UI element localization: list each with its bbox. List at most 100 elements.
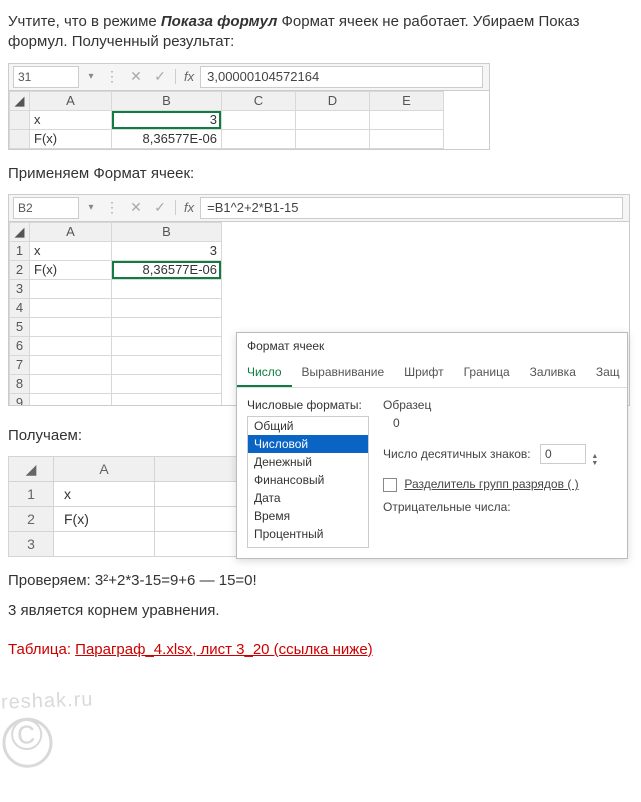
negative-numbers-label: Отрицательные числа: bbox=[383, 500, 617, 514]
tab-font[interactable]: Шрифт bbox=[394, 359, 453, 387]
col-header-B[interactable]: B bbox=[112, 91, 222, 110]
row-header[interactable]: 3 bbox=[10, 279, 30, 298]
cell[interactable] bbox=[30, 298, 112, 317]
cell[interactable]: 8,36577E-06 bbox=[112, 129, 222, 148]
select-all-corner[interactable]: ◢ bbox=[10, 222, 30, 241]
tab-alignment[interactable]: Выравнивание bbox=[292, 359, 395, 387]
footer-prefix: Таблица: bbox=[8, 641, 75, 658]
fmt-date[interactable]: Дата bbox=[248, 489, 368, 507]
cell[interactable] bbox=[112, 374, 222, 393]
cell[interactable] bbox=[112, 317, 222, 336]
cell[interactable] bbox=[296, 110, 370, 129]
cell[interactable]: x bbox=[54, 482, 155, 507]
cell[interactable] bbox=[370, 110, 444, 129]
name-box-dropdown-icon[interactable]: ▾ bbox=[85, 66, 97, 88]
cancel-icon[interactable]: ✕ bbox=[127, 68, 145, 85]
formula-bar[interactable]: 3,00000104572164 bbox=[200, 66, 483, 88]
row-header[interactable]: 4 bbox=[10, 298, 30, 317]
col-header-C[interactable]: C bbox=[222, 91, 296, 110]
cell-selected[interactable]: 3 bbox=[112, 110, 222, 129]
row-header[interactable]: 1 bbox=[10, 241, 30, 260]
tab-fill[interactable]: Заливка bbox=[520, 359, 586, 387]
tab-border[interactable]: Граница bbox=[454, 359, 520, 387]
fmt-percent[interactable]: Процентный bbox=[248, 525, 368, 543]
fmt-currency[interactable]: Денежный bbox=[248, 453, 368, 471]
row-header[interactable] bbox=[10, 129, 30, 148]
cell[interactable]: F(x) bbox=[54, 507, 155, 532]
fmt-fraction[interactable]: Дробный bbox=[248, 543, 368, 548]
row-header[interactable]: 8 bbox=[10, 374, 30, 393]
cancel-icon[interactable]: ✕ bbox=[127, 199, 145, 216]
cell[interactable] bbox=[30, 374, 112, 393]
cell[interactable]: F(x) bbox=[30, 260, 112, 279]
cell[interactable]: 3 bbox=[112, 241, 222, 260]
cell[interactable] bbox=[370, 129, 444, 148]
tab-protect[interactable]: Защ bbox=[586, 359, 630, 387]
cell[interactable] bbox=[112, 355, 222, 374]
footer-link[interactable]: Параграф_4.xlsx, лист 3_20 (ссылка ниже) bbox=[75, 641, 373, 658]
cell[interactable] bbox=[30, 336, 112, 355]
row-header[interactable]: 1 bbox=[9, 482, 54, 507]
row-header[interactable]: 6 bbox=[10, 336, 30, 355]
cell[interactable] bbox=[222, 110, 296, 129]
number-format-list[interactable]: Общий Числовой Денежный Финансовый Дата … bbox=[247, 416, 369, 548]
cell[interactable] bbox=[112, 393, 222, 406]
col-header-E[interactable]: E bbox=[370, 91, 444, 110]
cell[interactable] bbox=[30, 355, 112, 374]
intro-bold: Показа формул bbox=[161, 13, 277, 30]
cell[interactable] bbox=[112, 336, 222, 355]
cell[interactable] bbox=[222, 129, 296, 148]
row-header[interactable] bbox=[10, 110, 30, 129]
formula-bar[interactable]: =B1^2+2*B1-15 bbox=[200, 197, 623, 219]
fmt-accounting[interactable]: Финансовый bbox=[248, 471, 368, 489]
accept-icon[interactable]: ✓ bbox=[151, 199, 169, 216]
fmt-general[interactable]: Общий bbox=[248, 417, 368, 435]
cell[interactable]: F(x) bbox=[30, 129, 112, 148]
row-header[interactable]: 3 bbox=[9, 532, 54, 557]
fmt-time[interactable]: Время bbox=[248, 507, 368, 525]
sep-icon: ⋮ bbox=[103, 68, 121, 85]
thousands-sep-label: Разделитель групп разрядов ( ) bbox=[404, 477, 578, 491]
col-header-A[interactable]: A bbox=[30, 222, 112, 241]
cell-selected[interactable]: 8,36577E-06 bbox=[112, 260, 222, 279]
spinner-buttons-icon[interactable]: ▲▼ bbox=[591, 453, 598, 467]
row-header[interactable]: 5 bbox=[10, 317, 30, 336]
cell[interactable] bbox=[296, 129, 370, 148]
decimal-places-label: Число десятичных знаков: bbox=[383, 447, 531, 461]
row-header[interactable]: 2 bbox=[10, 260, 30, 279]
cell[interactable] bbox=[30, 393, 112, 406]
intro-paragraph: Учтите, что в режиме Показа формул Форма… bbox=[8, 12, 633, 53]
row-header[interactable]: 2 bbox=[9, 507, 54, 532]
col-header-D[interactable]: D bbox=[296, 91, 370, 110]
sample-value: 0 bbox=[393, 416, 617, 430]
cell[interactable] bbox=[30, 317, 112, 336]
sample-label: Образец bbox=[383, 398, 617, 412]
cell[interactable] bbox=[30, 279, 112, 298]
name-box-dropdown-icon[interactable]: ▾ bbox=[85, 197, 97, 219]
cell[interactable]: x bbox=[30, 110, 112, 129]
row-header[interactable]: 7 bbox=[10, 355, 30, 374]
name-box[interactable]: 31 bbox=[13, 66, 79, 88]
col-header-A[interactable]: A bbox=[54, 457, 155, 482]
col-header-A[interactable]: A bbox=[30, 91, 112, 110]
copyright-icon: © bbox=[2, 717, 54, 769]
decimal-places-input[interactable]: 0 bbox=[540, 444, 586, 464]
name-box[interactable]: B2 bbox=[13, 197, 79, 219]
row-header[interactable]: 9 bbox=[10, 393, 30, 406]
col-header-B[interactable]: B bbox=[112, 222, 222, 241]
cell[interactable]: x bbox=[30, 241, 112, 260]
grid-2: ◢ A B 1x3 2F(x)8,36577E-06 3 4 5 6 7 8 9 bbox=[9, 222, 222, 406]
select-all-corner[interactable]: ◢ bbox=[9, 457, 54, 482]
cell[interactable] bbox=[112, 298, 222, 317]
fx-icon[interactable]: fx bbox=[175, 69, 194, 84]
select-all-corner[interactable]: ◢ bbox=[10, 91, 30, 110]
para-check: Проверяем: 3²+2*3-15=9+6 — 15=0! bbox=[8, 571, 633, 591]
fmt-number[interactable]: Числовой bbox=[248, 435, 368, 453]
watermark: reshak.ru © bbox=[1, 688, 96, 768]
fx-icon[interactable]: fx bbox=[175, 200, 194, 215]
tab-number[interactable]: Число bbox=[237, 359, 292, 387]
cell[interactable] bbox=[54, 532, 155, 557]
accept-icon[interactable]: ✓ bbox=[151, 68, 169, 85]
cell[interactable] bbox=[112, 279, 222, 298]
thousands-sep-checkbox[interactable] bbox=[383, 478, 397, 492]
